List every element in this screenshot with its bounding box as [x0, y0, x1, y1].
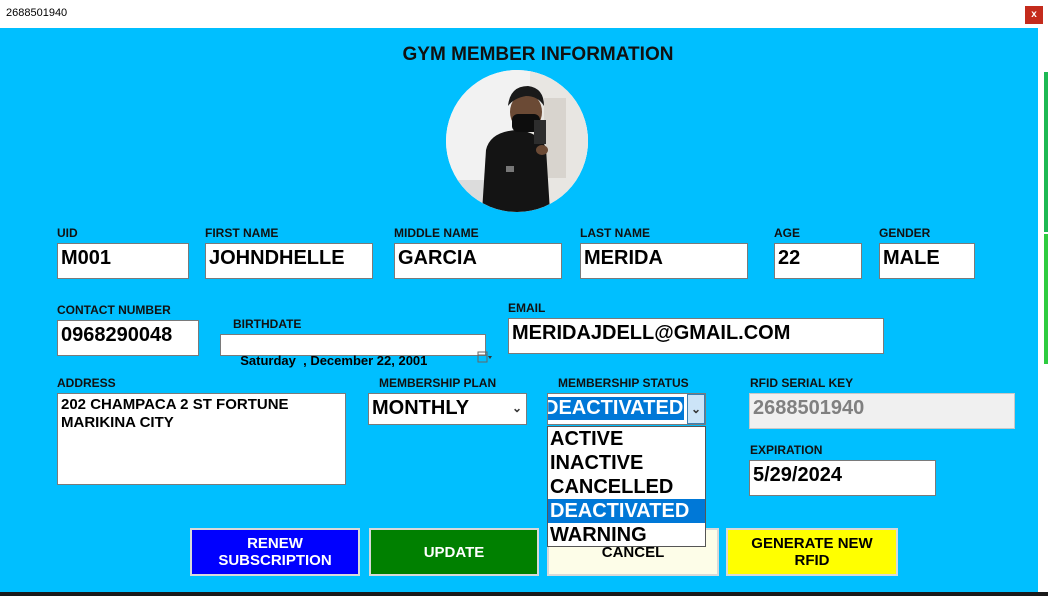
status-option-deactivated[interactable]: DEACTIVATED: [548, 499, 705, 523]
birthdate-value: Saturday , December 22, 2001: [240, 353, 428, 368]
last-name-field[interactable]: MERIDA: [580, 243, 748, 279]
address-label: ADDRESS: [57, 376, 116, 390]
last-name-label: LAST NAME: [580, 226, 650, 240]
uid-field[interactable]: M001: [57, 243, 189, 279]
status-option-inactive[interactable]: INACTIVE: [548, 451, 705, 475]
contact-number-field[interactable]: 0968290048: [57, 320, 199, 356]
rfid-serial-key-field: 2688501940: [749, 393, 1015, 429]
bottom-border: [0, 592, 1048, 596]
window-edge: [1038, 28, 1048, 596]
calendar-icon[interactable]: [465, 338, 493, 363]
membership-status-dropdown: ACTIVE INACTIVE CANCELLED DEACTIVATED WA…: [547, 426, 706, 547]
middle-name-field[interactable]: GARCIA: [394, 243, 562, 279]
window-title: 2688501940: [6, 7, 68, 19]
first-name-field[interactable]: JOHNDHELLE: [205, 243, 373, 279]
birthdate-label: BIRTHDATE: [233, 317, 302, 331]
update-button[interactable]: UPDATE: [369, 528, 539, 576]
first-name-label: FIRST NAME: [205, 226, 279, 240]
membership-plan-select[interactable]: MONTHLY ⌄: [368, 393, 527, 425]
expiration-field[interactable]: 5/29/2024: [749, 460, 936, 496]
age-label: AGE: [774, 226, 801, 240]
renew-subscription-label: RENEW SUBSCRIPTION: [218, 535, 332, 569]
uid-label: UID: [57, 226, 78, 240]
email-label: EMAIL: [508, 301, 546, 315]
birthdate-picker[interactable]: Saturday , December 22, 2001: [220, 334, 493, 368]
address-field[interactable]: 202 CHAMPACA 2 ST FORTUNE MARIKINA CITY: [57, 393, 346, 485]
expiration-label: EXPIRATION: [750, 443, 823, 457]
status-option-cancelled[interactable]: CANCELLED: [548, 475, 705, 499]
chevron-down-icon: ⌄: [687, 394, 705, 424]
membership-status-label: MEMBERSHIP STATUS: [558, 376, 689, 390]
profile-photo: [446, 70, 588, 212]
page-title: GYM MEMBER INFORMATION: [402, 44, 674, 65]
contact-number-label: CONTACT NUMBER: [57, 303, 171, 317]
membership-status-select[interactable]: DEACTIVATED ⌄: [547, 393, 706, 425]
age-field[interactable]: 22: [774, 243, 862, 279]
generate-new-rfid-button[interactable]: GENERATE NEW RFID: [726, 528, 898, 576]
status-option-warning[interactable]: WARNING: [548, 523, 705, 547]
update-label: UPDATE: [423, 543, 485, 561]
rfid-serial-key-label: RFID SERIAL KEY: [750, 376, 854, 390]
email-field[interactable]: MERIDAJDELL@GMAIL.COM: [508, 318, 884, 354]
chevron-down-icon: ⌄: [511, 401, 523, 415]
middle-name-label: MIDDLE NAME: [394, 226, 479, 240]
membership-plan-value: MONTHLY: [372, 397, 470, 419]
close-button[interactable]: x: [1025, 6, 1043, 24]
generate-new-rfid-label: GENERATE NEW RFID: [751, 535, 873, 569]
gender-field[interactable]: MALE: [879, 243, 975, 279]
status-option-active[interactable]: ACTIVE: [548, 427, 705, 451]
renew-subscription-button[interactable]: RENEW SUBSCRIPTION: [190, 528, 360, 576]
membership-status-value: DEACTIVATED: [548, 397, 685, 420]
membership-plan-label: MEMBERSHIP PLAN: [379, 376, 497, 390]
gender-label: GENDER: [879, 226, 931, 240]
avatar: [446, 70, 588, 212]
title-bar: 2688501940 x: [0, 0, 1048, 28]
